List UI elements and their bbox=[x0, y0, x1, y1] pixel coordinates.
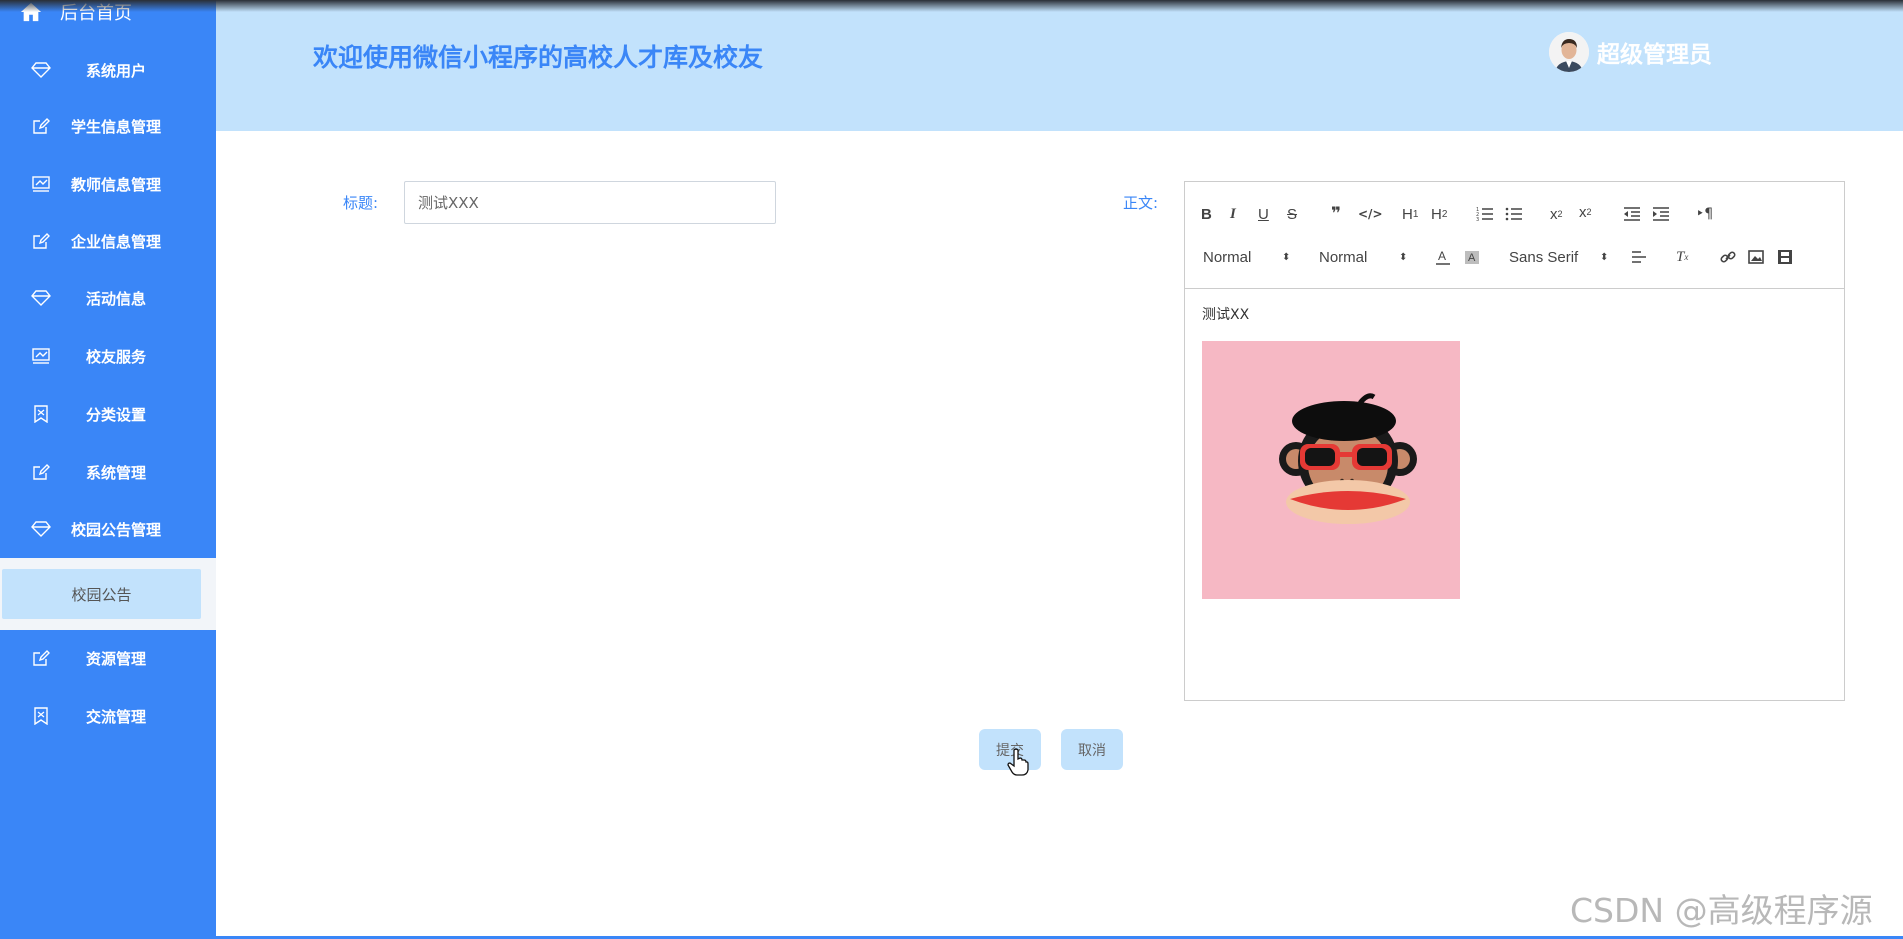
select-caret-icon: ⬍ bbox=[1282, 251, 1291, 263]
sidebar-submenu: 校园公告 bbox=[0, 558, 216, 630]
heading1-icon[interactable]: H1 bbox=[1402, 204, 1418, 224]
link-icon[interactable] bbox=[1720, 247, 1736, 267]
sidebar-home-label: 后台首页 bbox=[60, 3, 132, 24]
outdent-icon[interactable] bbox=[1623, 204, 1641, 224]
svg-text:A: A bbox=[1438, 249, 1446, 263]
diamond-icon bbox=[31, 519, 51, 539]
bookmark-icon bbox=[31, 404, 51, 424]
rich-text-editor: B I U S ❞ </> H1 H2 123 x2 x2 ‣¶ Normal … bbox=[1184, 181, 1845, 701]
sidebar-item-label: 分类设置 bbox=[85, 405, 146, 424]
editor-content-text: 测试XX bbox=[1202, 307, 1250, 323]
sidebar-subitem-campus-notice[interactable]: 校园公告 bbox=[2, 569, 201, 619]
page-title: 欢迎使用微信小程序的高校人才库及校友 bbox=[313, 43, 764, 72]
font-select-value: Sans Serif bbox=[1509, 248, 1579, 266]
sidebar-item-campus-notice-management[interactable]: 校园公告管理 bbox=[0, 501, 216, 557]
sidebar-item-teacher-info[interactable]: 教师信息管理 bbox=[0, 156, 216, 212]
sidebar-item-label: 活动信息 bbox=[85, 289, 146, 308]
sidebar-item-communication-management[interactable]: 交流管理 bbox=[0, 688, 216, 744]
strikethrough-icon[interactable]: S bbox=[1287, 204, 1297, 224]
sidebar-item-label: 校园公告管理 bbox=[70, 520, 161, 539]
edit-icon bbox=[31, 648, 51, 668]
edit-icon bbox=[31, 231, 51, 251]
hand-cursor-icon bbox=[1007, 748, 1029, 776]
editor-content[interactable]: 测试XX bbox=[1185, 289, 1844, 700]
sidebar: 后台首页 系统用户 学生信息管理 教师信息管理 企业信息管理 活动信息 校友服务… bbox=[0, 0, 216, 939]
sidebar-home[interactable]: 后台首页 bbox=[0, 0, 216, 26]
bold-icon[interactable]: B bbox=[1201, 204, 1212, 224]
svg-text:3: 3 bbox=[1476, 217, 1479, 221]
video-icon[interactable] bbox=[1777, 247, 1793, 267]
title-label: 标题: bbox=[343, 194, 379, 212]
ordered-list-icon[interactable]: 123 bbox=[1476, 204, 1494, 224]
cancel-button[interactable]: 取消 bbox=[1061, 729, 1123, 770]
edit-icon bbox=[31, 116, 51, 136]
sidebar-item-student-info[interactable]: 学生信息管理 bbox=[0, 98, 216, 154]
sidebar-item-enterprise-info[interactable]: 企业信息管理 bbox=[0, 213, 216, 269]
sidebar-item-label: 资源管理 bbox=[85, 649, 146, 668]
chart-icon bbox=[31, 346, 51, 366]
text-color-icon[interactable]: A bbox=[1435, 247, 1451, 267]
sidebar-item-label: 交流管理 bbox=[85, 707, 146, 726]
sidebar-item-system-users[interactable]: 系统用户 bbox=[0, 42, 216, 98]
bullet-list-icon[interactable] bbox=[1505, 204, 1523, 224]
size-select-value: Normal bbox=[1319, 248, 1368, 266]
code-block-icon[interactable]: </> bbox=[1358, 204, 1383, 224]
avatar bbox=[1549, 32, 1589, 72]
sidebar-item-label: 系统管理 bbox=[85, 463, 146, 482]
size-select[interactable]: Normal ⬍ bbox=[1319, 247, 1408, 267]
svg-text:A: A bbox=[1468, 252, 1476, 264]
sidebar-item-label: 企业信息管理 bbox=[70, 232, 161, 251]
clear-format-icon[interactable]: Tx bbox=[1676, 247, 1688, 267]
header-select[interactable]: Normal ⬍ bbox=[1203, 247, 1291, 267]
top-header: 欢迎使用微信小程序的高校人才库及校友 超级管理员 bbox=[216, 0, 1903, 131]
sidebar-item-category-settings[interactable]: 分类设置 bbox=[0, 386, 216, 442]
select-caret-icon: ⬍ bbox=[1399, 251, 1408, 263]
indent-icon[interactable] bbox=[1652, 204, 1670, 224]
body-label: 正文: bbox=[1123, 194, 1159, 212]
monkey-image bbox=[1202, 341, 1460, 599]
superscript-icon[interactable]: x2 bbox=[1579, 202, 1592, 222]
sidebar-item-activity-info[interactable]: 活动信息 bbox=[0, 270, 216, 326]
bookmark-icon bbox=[31, 706, 51, 726]
select-caret-icon: ⬍ bbox=[1600, 251, 1609, 263]
diamond-icon bbox=[31, 60, 51, 80]
sidebar-item-label: 教师信息管理 bbox=[70, 175, 161, 194]
sidebar-item-label: 校友服务 bbox=[85, 347, 146, 366]
sidebar-item-alumni-service[interactable]: 校友服务 bbox=[0, 328, 216, 384]
watermark: CSDN @高级程序源 bbox=[1570, 891, 1873, 930]
editor-toolbar: B I U S ❞ </> H1 H2 123 x2 x2 ‣¶ Normal … bbox=[1185, 182, 1844, 289]
underline-icon[interactable]: U bbox=[1258, 204, 1269, 224]
chart-icon bbox=[31, 174, 51, 194]
italic-icon[interactable]: I bbox=[1230, 204, 1236, 224]
sidebar-item-resource-management[interactable]: 资源管理 bbox=[0, 630, 216, 686]
header-select-value: Normal bbox=[1203, 248, 1252, 266]
image-icon[interactable] bbox=[1748, 247, 1764, 267]
sidebar-item-label: 学生信息管理 bbox=[70, 117, 161, 136]
user-menu[interactable]: 超级管理员 bbox=[1549, 30, 1712, 74]
title-input[interactable] bbox=[404, 181, 776, 224]
text-direction-icon[interactable]: ‣¶ bbox=[1696, 204, 1713, 224]
subscript-icon[interactable]: x2 bbox=[1550, 204, 1563, 224]
blockquote-icon[interactable]: ❞ bbox=[1331, 204, 1341, 224]
font-select[interactable]: Sans Serif ⬍ bbox=[1509, 247, 1609, 267]
heading2-icon[interactable]: H2 bbox=[1431, 204, 1447, 224]
edit-icon bbox=[31, 462, 51, 482]
background-color-icon[interactable]: A bbox=[1464, 247, 1480, 267]
sidebar-item-system-management[interactable]: 系统管理 bbox=[0, 444, 216, 500]
user-name: 超级管理员 bbox=[1597, 42, 1712, 68]
home-icon bbox=[20, 1, 42, 23]
align-icon[interactable] bbox=[1631, 247, 1647, 267]
diamond-icon bbox=[31, 288, 51, 308]
sidebar-item-label: 系统用户 bbox=[85, 61, 146, 80]
